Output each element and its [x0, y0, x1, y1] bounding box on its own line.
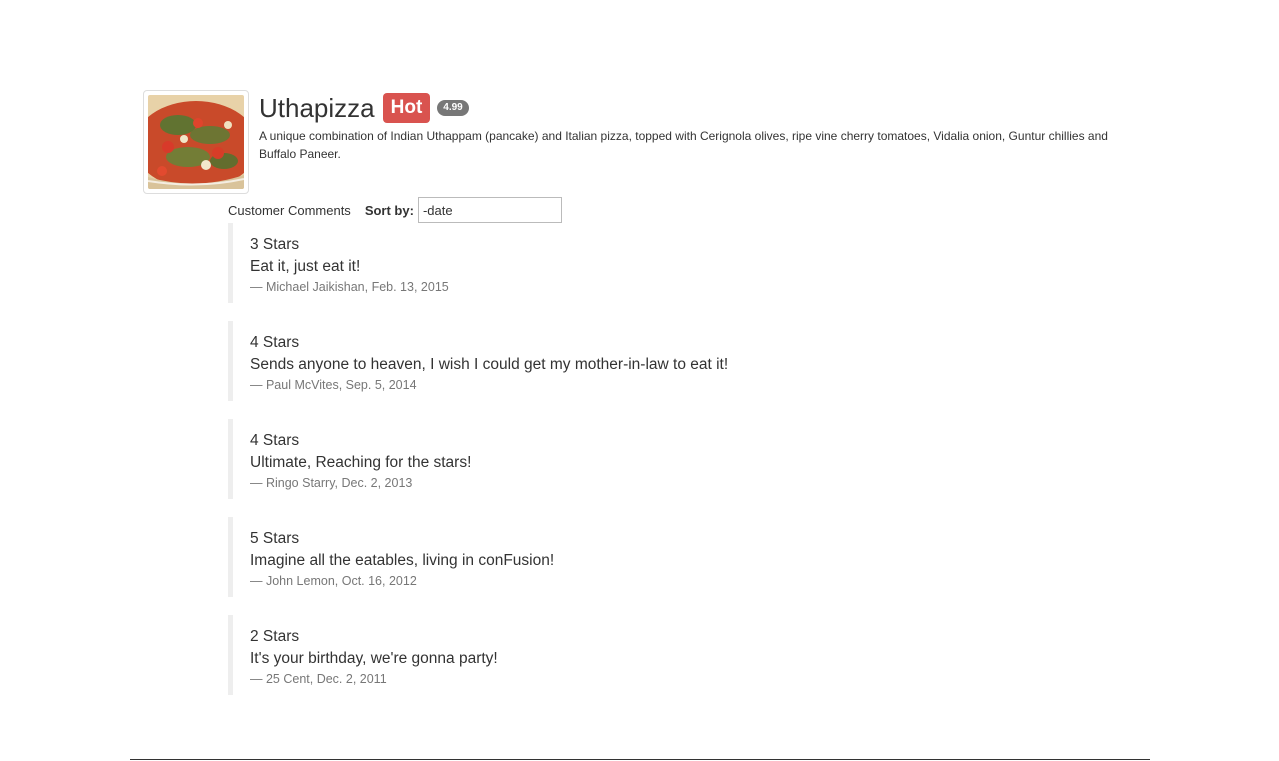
comment-item: 4 Stars Sends anyone to heaven, I wish I…	[228, 321, 928, 401]
comment-item: 4 Stars Ultimate, Reaching for the stars…	[228, 419, 928, 499]
comment-rating: 3 Stars	[250, 236, 300, 253]
pizza-photo-icon	[148, 95, 244, 189]
comment-rating: 4 Stars	[250, 334, 300, 351]
comment-item: 2 Stars It's your birthday, we're gonna …	[228, 615, 928, 695]
comment-item: 3 Stars Eat it, just eat it! — Michael J…	[228, 223, 928, 303]
dish-thumbnail	[143, 90, 249, 194]
comment-text: Imagine all the eatables, living in conF…	[250, 552, 555, 569]
sort-label: Sort by:	[364, 202, 414, 218]
dish-heading: Uthapizza Hot 4.99	[259, 89, 1139, 127]
price-badge: 4.99	[437, 100, 469, 116]
comment-list: 3 Stars Eat it, just eat it! — Michael J…	[228, 223, 928, 713]
hot-label: Hot	[382, 93, 431, 123]
comment-author-date: — Ringo Starry, Dec. 2, 2013	[250, 476, 413, 490]
dish-description: A unique combination of Indian Uthappam …	[259, 129, 1108, 161]
comment-rating: 5 Stars	[250, 530, 300, 547]
comment-text: Ultimate, Reaching for the stars!	[250, 454, 472, 471]
dish-detail-page: Uthapizza Hot 4.99 A unique combination …	[0, 0, 1279, 761]
dish-name: Uthapizza	[259, 93, 375, 123]
comments-title: Customer Comments	[228, 202, 351, 218]
comment-rating: 4 Stars	[250, 432, 300, 449]
footer-divider	[130, 759, 1150, 760]
comment-text: It's your birthday, we're gonna party!	[250, 650, 498, 667]
dish-info: Uthapizza Hot 4.99 A unique combination …	[259, 89, 1139, 163]
comment-rating: 2 Stars	[250, 628, 300, 645]
comment-author-date: — Paul McVites, Sep. 5, 2014	[250, 378, 417, 392]
sort-input[interactable]	[417, 197, 562, 223]
comment-item: 5 Stars Imagine all the eatables, living…	[228, 517, 928, 597]
comment-text: Eat it, just eat it!	[250, 258, 361, 275]
comment-author-date: — John Lemon, Oct. 16, 2012	[250, 574, 417, 588]
comments-toolbar: Customer Comments Sort by:	[228, 197, 562, 223]
comment-author-date: — Michael Jaikishan, Feb. 13, 2015	[250, 280, 449, 294]
comment-text: Sends anyone to heaven, I wish I could g…	[250, 356, 729, 373]
comment-author-date: — 25 Cent, Dec. 2, 2011	[250, 672, 387, 686]
